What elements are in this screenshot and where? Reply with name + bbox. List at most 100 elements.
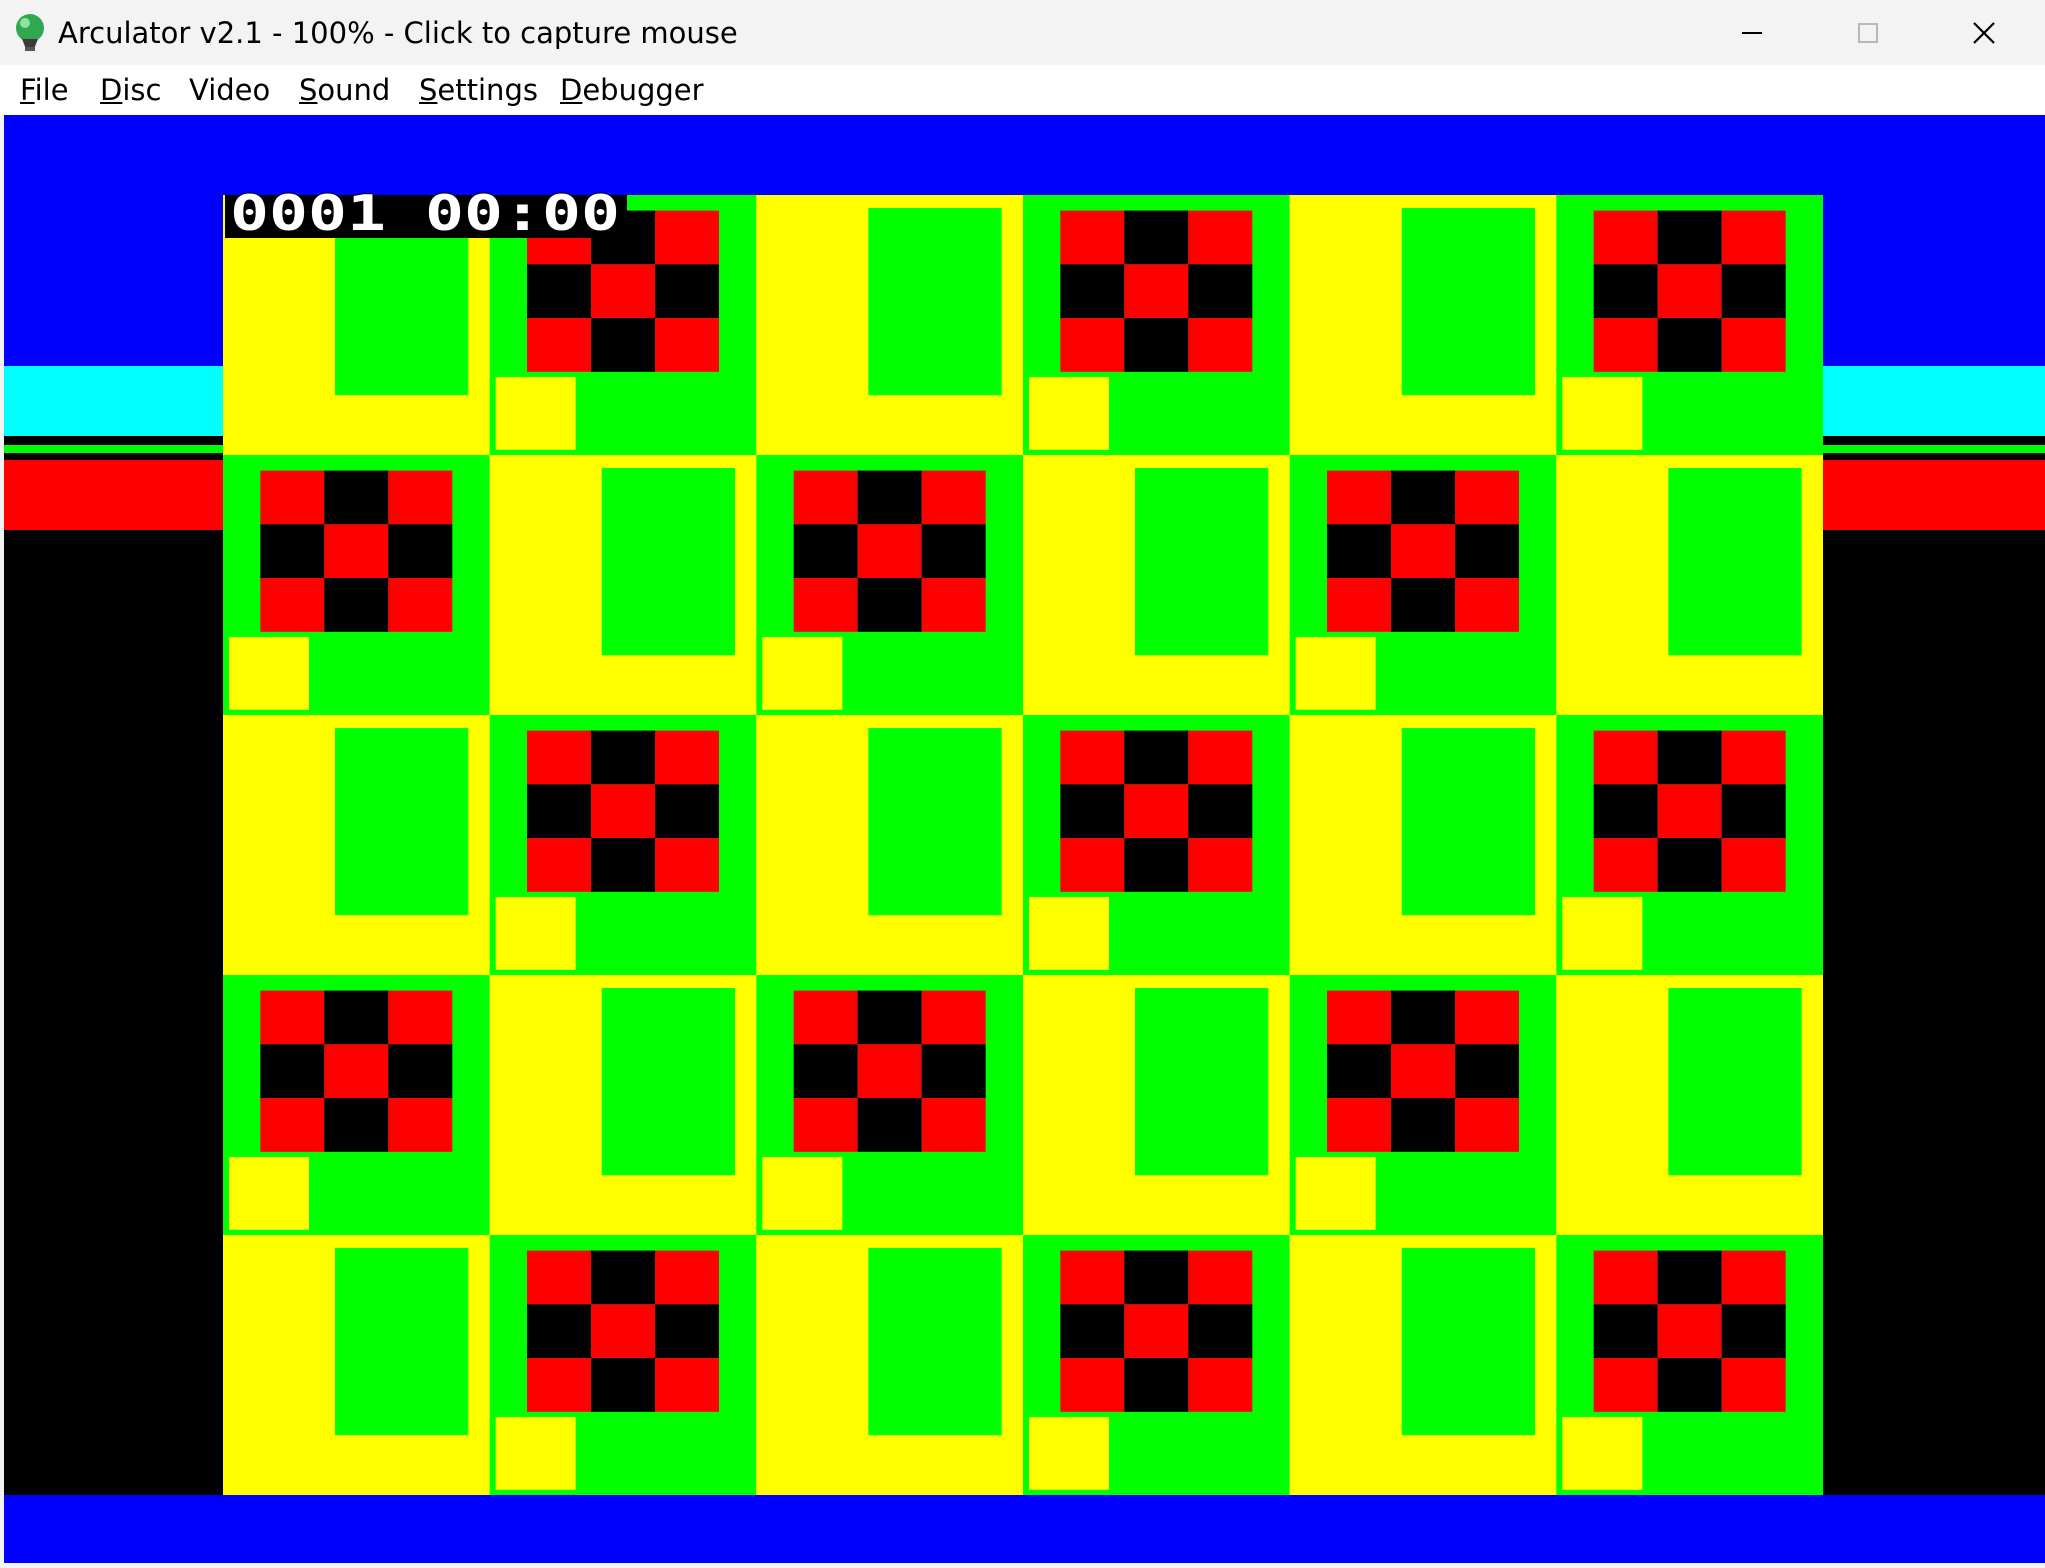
checker-square: [1124, 1304, 1189, 1359]
tile-green-inset: [335, 1248, 469, 1436]
checker-square: [324, 524, 389, 579]
checker-square: [921, 990, 986, 1045]
tile-yellow-inset: [1029, 897, 1109, 970]
tile-yellow-inset: [1562, 1417, 1643, 1490]
emulator-window: Arculator v2.1 - 100% - Click to capture…: [0, 0, 2045, 1568]
checker-square: [388, 1044, 453, 1099]
checker-square: [1060, 784, 1125, 839]
emulator-display[interactable]: 0001 00:00: [4, 115, 2045, 1563]
checker-square: [1327, 1098, 1391, 1152]
checker-square: [1455, 524, 1519, 579]
tile-yellow-inset: [1562, 897, 1643, 970]
checker-square: [1455, 990, 1519, 1045]
tile-yellow-inset: [495, 377, 576, 450]
checker-square: [1124, 264, 1189, 319]
checker-square: [857, 470, 922, 525]
menu-sound[interactable]: Sound: [299, 70, 390, 110]
checker-square: [793, 1044, 858, 1099]
tile-green-inset: [1135, 468, 1269, 656]
checker-square: [655, 1358, 719, 1412]
checker-square: [1188, 264, 1253, 319]
checker-square: [1391, 524, 1455, 579]
checker-square: [921, 1098, 986, 1152]
checker-square: [793, 470, 858, 525]
checker-square: [1657, 1304, 1722, 1359]
checker-square: [591, 784, 655, 839]
window-bottom-border: [0, 1563, 2045, 1568]
checker-square: [1721, 730, 1786, 785]
maximize-button[interactable]: [1810, 0, 1926, 65]
checker-square: [1455, 1098, 1519, 1152]
menu-video[interactable]: Video: [189, 70, 270, 110]
checker-square: [1188, 210, 1253, 265]
checker-square: [527, 838, 591, 892]
checker-square: [388, 524, 453, 579]
checker-square: [527, 318, 591, 372]
checker-square: [1060, 210, 1125, 265]
checker-square: [1124, 838, 1189, 892]
tile-yellow-inset: [1295, 637, 1376, 710]
tile-green-inset: [868, 208, 1002, 396]
checker-square: [324, 990, 389, 1045]
checker-square: [1657, 210, 1722, 265]
tile-yellow-inset: [1562, 377, 1643, 450]
checker-square: [1391, 470, 1455, 525]
checker-square: [591, 1250, 655, 1305]
checker-square: [527, 1358, 591, 1412]
tile-yellow-inset: [495, 1417, 576, 1490]
checker-square: [921, 1044, 986, 1099]
title-bar[interactable]: Arculator v2.1 - 100% - Click to capture…: [0, 0, 2045, 65]
tile-green-inset: [1668, 468, 1802, 656]
checker-square: [1593, 1304, 1658, 1359]
checker-square: [655, 1304, 719, 1359]
checker-square: [527, 264, 591, 319]
checker-square: [591, 1358, 655, 1412]
checker-square: [1593, 210, 1658, 265]
checker-square: [1060, 730, 1125, 785]
checker-square: [1124, 784, 1189, 839]
tile-green-inset: [868, 1248, 1002, 1436]
checker-square: [324, 470, 389, 525]
checker-square: [1188, 1250, 1253, 1305]
tile-yellow-inset: [762, 637, 843, 710]
checker-square: [655, 730, 719, 785]
checker-square: [1327, 524, 1391, 579]
checker-square: [1391, 990, 1455, 1045]
menu-settings[interactable]: Settings: [419, 70, 538, 110]
checker-square: [260, 524, 325, 579]
menu-file[interactable]: File: [20, 70, 69, 110]
minimize-icon: [1742, 31, 1762, 34]
game-scene: 0001 00:00: [4, 115, 2045, 1563]
checker-square: [260, 1044, 325, 1099]
counter-text: 0001 00:00: [230, 185, 620, 242]
checker-square: [793, 990, 858, 1045]
checker-square: [1188, 1304, 1253, 1359]
tile-yellow-inset: [762, 1157, 843, 1230]
checker-square: [793, 578, 858, 632]
checker-square: [591, 264, 655, 319]
checker-square: [1657, 264, 1722, 319]
checker-square: [1593, 730, 1658, 785]
minimize-button[interactable]: [1694, 0, 1810, 65]
tile-yellow-inset: [1295, 1157, 1376, 1230]
checker-square: [527, 730, 591, 785]
checker-square: [1657, 1358, 1722, 1412]
menu-disc[interactable]: Disc: [100, 70, 161, 110]
checker-square: [1657, 730, 1722, 785]
tile-yellow-inset: [1029, 1417, 1109, 1490]
checker-square: [857, 1098, 922, 1152]
checker-square: [1455, 1044, 1519, 1099]
checker-square: [591, 1304, 655, 1359]
tile-green-inset: [1401, 208, 1535, 396]
checker-floor: [223, 195, 1823, 1495]
menu-debugger[interactable]: Debugger: [560, 70, 704, 110]
tile-yellow-inset: [229, 637, 309, 710]
close-button[interactable]: [1926, 0, 2042, 65]
tile-yellow-inset: [1029, 377, 1109, 450]
checker-square: [1060, 1250, 1125, 1305]
checker-square: [1124, 318, 1189, 372]
checker-square: [1721, 1304, 1786, 1359]
checker-square: [1721, 1250, 1786, 1305]
checker-square: [591, 318, 655, 372]
checker-square: [1721, 264, 1786, 319]
